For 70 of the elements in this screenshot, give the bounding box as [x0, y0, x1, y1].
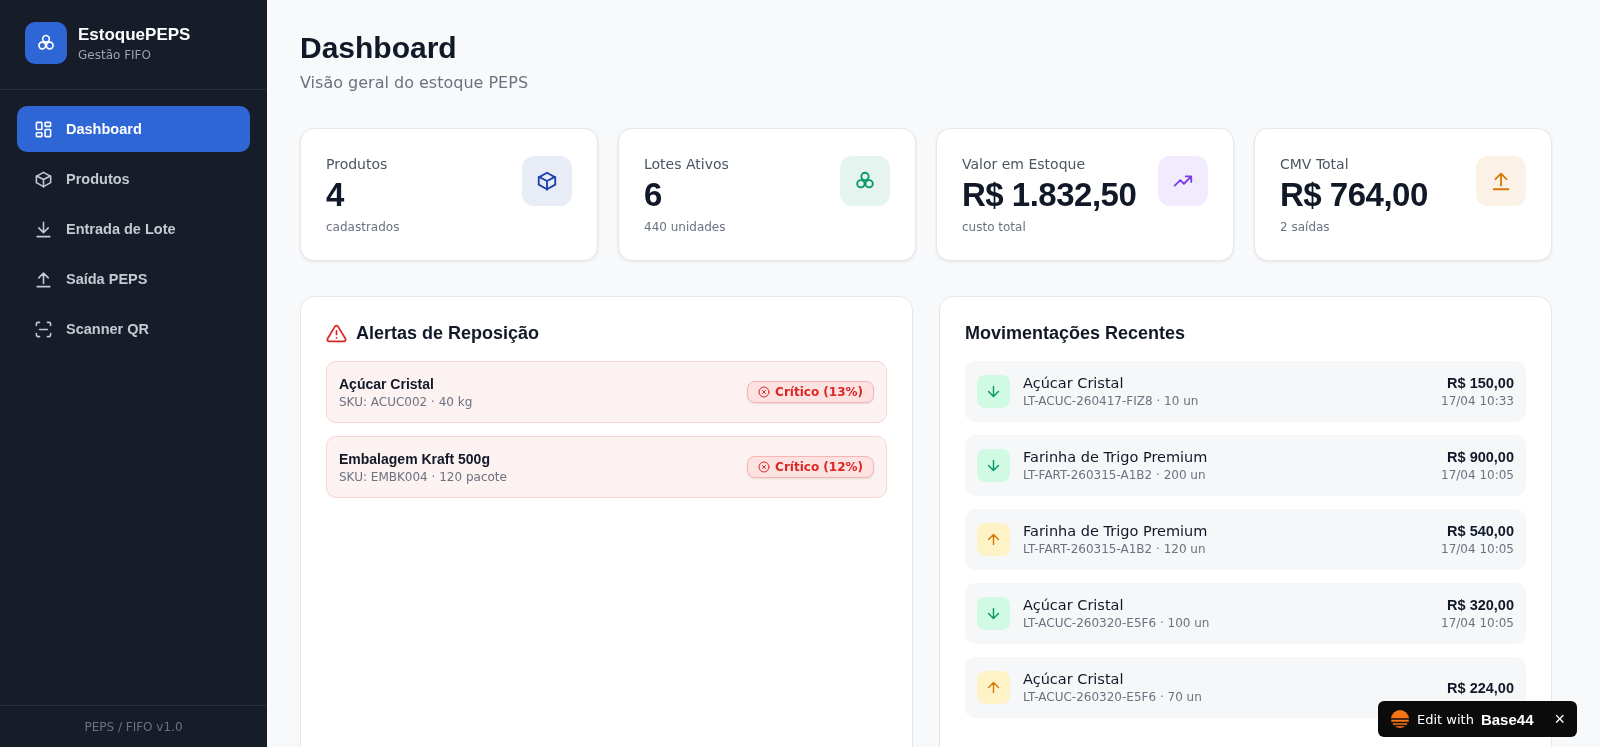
- logo-icon: [25, 22, 67, 64]
- sidebar-item[interactable]: Entrada de Lote: [17, 206, 250, 252]
- arrow-up-icon: [985, 531, 1002, 548]
- stat-label: CMV Total: [1280, 156, 1350, 172]
- date-text: 17/04 10:33: [1441, 394, 1514, 408]
- amount-text: R$ 900,00: [1446, 449, 1514, 465]
- upload-icon: [34, 269, 53, 289]
- stat-caption: cadastrados: [326, 220, 400, 234]
- app-name: EstoquePEPS: [78, 24, 191, 45]
- grid-icon: [34, 119, 53, 139]
- arrow-down-icon: [985, 383, 1002, 400]
- arrow-down-icon: [985, 457, 1002, 474]
- stat-label: Produtos: [326, 156, 389, 172]
- stat-label: Valor em Estoque: [962, 156, 1086, 172]
- date-text: 17/04 10:05: [1441, 542, 1514, 556]
- product-name: Açúcar Cristal: [1023, 671, 1125, 687]
- date-text: 17/04 10:05: [1441, 468, 1514, 482]
- brand-text: Base44: [1480, 710, 1534, 728]
- lot-detail: LT-FART-260315-A1B2 · 200 un: [1023, 468, 1207, 482]
- cube-icon: [536, 170, 558, 192]
- lot-detail: LT-FART-260315-A1B2 · 120 un: [1023, 542, 1207, 556]
- scan-icon: [34, 319, 53, 339]
- x-circle-icon: [758, 461, 771, 473]
- product-name: Farinha de Trigo Premium: [1023, 449, 1209, 465]
- download-icon: [34, 219, 53, 239]
- status-badge: Crítico (13%): [747, 381, 874, 403]
- cube-icon: [34, 169, 53, 189]
- stat-value: R$ 764,00: [1280, 176, 1428, 214]
- sidebar-item[interactable]: Produtos: [17, 156, 250, 202]
- version-text: PEPS / FIFO v1.0: [84, 719, 183, 734]
- arrow-down-icon: [985, 605, 1002, 622]
- badge-text: Edit with: [1417, 711, 1474, 727]
- stat-caption: custo total: [962, 220, 1027, 234]
- x-circle-icon: [758, 386, 771, 398]
- sidebar-item[interactable]: Dashboard: [17, 106, 250, 152]
- stat-caption: 440 unidades: [644, 220, 727, 234]
- amount-text: R$ 224,00: [1447, 679, 1514, 696]
- stat-caption: 2 saídas: [1280, 220, 1331, 234]
- lot-detail: LT-ACUC-260417-FIZ8 · 10 un: [1023, 394, 1200, 408]
- stat-value: R$ 1.832,50: [962, 176, 1137, 214]
- stat-value: 4: [326, 176, 346, 214]
- lot-detail: LT-ACUC-260320-E5F6 · 70 un: [1023, 690, 1203, 704]
- logo-icon: [1390, 709, 1411, 729]
- close-button[interactable]: ×: [1540, 710, 1565, 728]
- amount-text: R$ 540,00: [1446, 523, 1514, 539]
- product-detail: SKU: EMBK004 · 120 pacote: [339, 469, 508, 484]
- product-name: Açúcar Cristal: [1023, 375, 1125, 391]
- amount-text: R$ 320,00: [1446, 597, 1514, 613]
- arrow-up-icon: [985, 679, 1002, 696]
- product-detail: SKU: ACUC002 · 40 kg: [339, 394, 474, 409]
- warning-icon: [326, 323, 347, 344]
- stat-value: 6: [644, 176, 663, 214]
- page-subtitle: Visão geral do estoque PEPS: [300, 73, 530, 92]
- date-text: 17/04 10:05: [1441, 616, 1514, 630]
- edit-badge[interactable]: Edit with Base44 ×: [1378, 701, 1577, 737]
- app-subtitle: Gestão FIFO: [78, 47, 152, 62]
- stat-label: Lotes Ativos: [644, 156, 729, 172]
- product-name: Açúcar Cristal: [339, 375, 435, 392]
- page-title: Dashboard: [300, 31, 458, 65]
- sidebar-item[interactable]: Saída PEPS: [17, 256, 250, 302]
- status-badge: Crítico (12%): [747, 456, 874, 478]
- panel-title: Alertas de Reposição: [356, 323, 540, 344]
- product-name: Embalagem Kraft 500g: [339, 450, 491, 467]
- sidebar-item[interactable]: Scanner QR: [17, 306, 250, 352]
- product-name: Açúcar Cristal: [1023, 597, 1125, 613]
- amount-text: R$ 150,00: [1446, 375, 1514, 391]
- product-name: Farinha de Trigo Premium: [1023, 523, 1209, 539]
- upload-icon: [1490, 170, 1512, 192]
- panel-title: Movimentações Recentes: [965, 323, 1186, 344]
- lot-detail: LT-ACUC-260320-E5F6 · 100 un: [1023, 616, 1211, 630]
